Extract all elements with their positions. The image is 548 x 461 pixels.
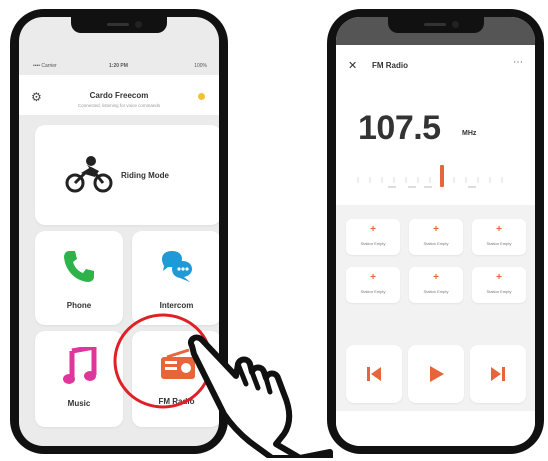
music-note-icon [63, 347, 97, 384]
fm-screen: ✕ FM Radio ⋯ 107.5 MHz + Station Empty +… [336, 17, 535, 446]
fm-title: FM Radio [372, 61, 408, 70]
carrier-text: •••• Carrier [33, 63, 57, 69]
app-header: ⚙ Cardo Freecom Connected, listening for… [19, 75, 219, 115]
preset-label: Station Empty [360, 289, 386, 294]
phone-fm-device: ✕ FM Radio ⋯ 107.5 MHz + Station Empty +… [327, 9, 544, 454]
preset-label: Station Empty [360, 241, 386, 246]
tuner-dial[interactable] [348, 157, 523, 197]
plus-icon: + [496, 224, 502, 235]
next-button[interactable] [470, 345, 526, 403]
preset-slot-4[interactable]: + Station Empty [346, 267, 400, 303]
pointing-hand-icon [188, 334, 333, 458]
app-subtitle: Connected, listening for voice commands [77, 103, 161, 108]
preset-slot-1[interactable]: + Station Empty [346, 219, 400, 255]
riding-mode-tile[interactable]: Riding Mode [35, 125, 219, 225]
preset-slot-3[interactable]: + Station Empty [472, 219, 526, 255]
riding-mode-label: Riding Mode [121, 171, 169, 180]
more-icon[interactable]: ⋯ [513, 57, 523, 68]
frequency-panel: 107.5 MHz [336, 89, 535, 205]
notch [71, 17, 167, 33]
skip-previous-icon [367, 367, 381, 381]
status-indicator-icon[interactable] [198, 93, 205, 100]
preset-label: Station Empty [423, 289, 449, 294]
phone-icon [64, 251, 94, 282]
status-bar: •••• Carrier 1:20 PM 100% [19, 61, 219, 71]
fm-header: ✕ FM Radio ⋯ [336, 45, 535, 89]
preset-slot-5[interactable]: + Station Empty [409, 267, 463, 303]
intercom-icon [162, 251, 192, 282]
plus-icon: + [433, 272, 439, 283]
plus-icon: + [433, 224, 439, 235]
preset-slot-6[interactable]: + Station Empty [472, 267, 526, 303]
status-bar-fm [336, 17, 535, 45]
skip-next-icon [491, 367, 505, 381]
preset-slot-2[interactable]: + Station Empty [409, 219, 463, 255]
play-button[interactable] [408, 345, 464, 403]
previous-button[interactable] [346, 345, 402, 403]
preset-label: Station Empty [423, 241, 449, 246]
preset-label: Station Empty [486, 289, 512, 294]
motorcycle-icon [65, 156, 113, 193]
plus-icon: + [370, 272, 376, 283]
frequency-unit: MHz [462, 130, 477, 137]
close-icon[interactable]: ✕ [348, 59, 357, 72]
battery-text: 100% [194, 63, 207, 69]
frequency-display: 107.5 [358, 109, 441, 147]
bottom-panel [336, 411, 535, 446]
play-icon [430, 366, 444, 382]
time-text: 1:20 PM [109, 63, 128, 69]
plus-icon: + [496, 272, 502, 283]
preset-label: Station Empty [486, 241, 512, 246]
plus-icon: + [370, 224, 376, 235]
notch-fm [387, 17, 484, 33]
app-title: Cardo Freecom [89, 91, 149, 100]
